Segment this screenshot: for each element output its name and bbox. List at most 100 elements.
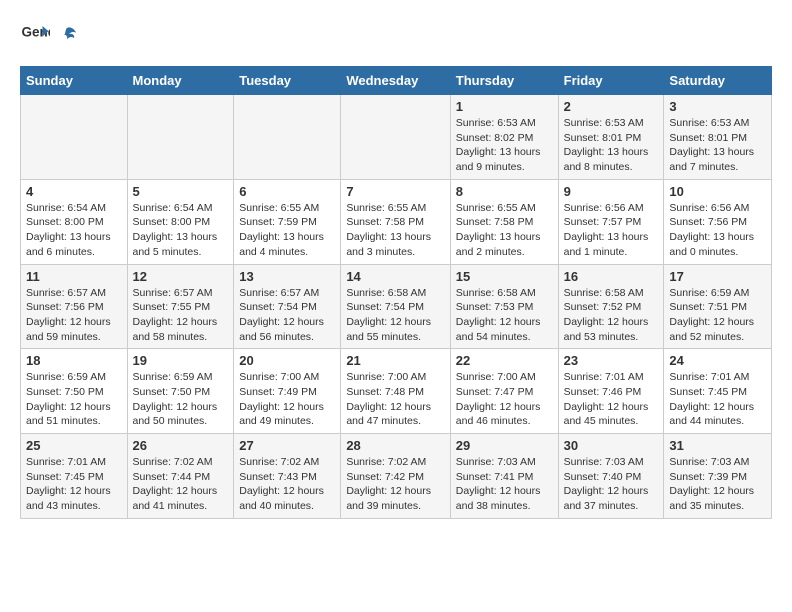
day-number: 30	[564, 438, 659, 453]
day-number: 23	[564, 353, 659, 368]
logo: General	[20, 20, 80, 50]
calendar-cell	[127, 95, 234, 180]
day-info: Sunrise: 6:57 AM Sunset: 7:54 PM Dayligh…	[239, 286, 335, 345]
calendar-cell: 31Sunrise: 7:03 AM Sunset: 7:39 PM Dayli…	[664, 434, 772, 519]
calendar-cell: 28Sunrise: 7:02 AM Sunset: 7:42 PM Dayli…	[341, 434, 450, 519]
calendar-cell: 27Sunrise: 7:02 AM Sunset: 7:43 PM Dayli…	[234, 434, 341, 519]
calendar-cell: 2 Sunrise: 6:53 AM Sunset: 8:01 PM Daylig…	[558, 95, 664, 180]
day-info: Sunrise: 6:57 AM Sunset: 7:55 PM Dayligh…	[133, 286, 229, 345]
calendar-table: SundayMondayTuesdayWednesdayThursdayFrid…	[20, 66, 772, 519]
page-header: General	[20, 20, 772, 50]
calendar-cell: 22Sunrise: 7:00 AM Sunset: 7:47 PM Dayli…	[450, 349, 558, 434]
calendar-header: SundayMondayTuesdayWednesdayThursdayFrid…	[21, 67, 772, 95]
day-number: 10	[669, 184, 766, 199]
calendar-cell: 19 Sunrise: 6:59 AM Sunset: 7:50 PM Dayli…	[127, 349, 234, 434]
day-number: 3	[669, 99, 766, 114]
calendar-cell: 26 Sunrise: 7:02 AM Sunset: 7:44 PM Dayli…	[127, 434, 234, 519]
day-number: 19	[133, 353, 229, 368]
day-number: 6	[239, 184, 335, 199]
day-info: Sunrise: 6:53 AM Sunset: 8:01 PM Dayligh…	[669, 116, 766, 175]
day-info: Sunrise: 6:56 AM Sunset: 7:56 PM Dayligh…	[669, 201, 766, 260]
day-info: Sunrise: 6:53 AM Sunset: 8:01 PM Dayligh…	[564, 116, 659, 175]
day-number: 13	[239, 269, 335, 284]
week-row-3: 11Sunrise: 6:57 AM Sunset: 7:56 PM Dayli…	[21, 264, 772, 349]
day-header-wednesday: Wednesday	[341, 67, 450, 95]
day-info: Sunrise: 6:57 AM Sunset: 7:56 PM Dayligh…	[26, 286, 122, 345]
day-number: 12	[133, 269, 229, 284]
day-info: Sunrise: 7:00 AM Sunset: 7:48 PM Dayligh…	[346, 370, 444, 429]
day-info: Sunrise: 7:01 AM Sunset: 7:46 PM Dayligh…	[564, 370, 659, 429]
day-number: 26	[133, 438, 229, 453]
calendar-cell: 24Sunrise: 7:01 AM Sunset: 7:45 PM Dayli…	[664, 349, 772, 434]
day-number: 25	[26, 438, 122, 453]
day-header-friday: Friday	[558, 67, 664, 95]
week-row-2: 4 Sunrise: 6:54 AM Sunset: 8:00 PM Daylig…	[21, 179, 772, 264]
day-info: Sunrise: 6:55 AM Sunset: 7:58 PM Dayligh…	[456, 201, 553, 260]
day-number: 9	[564, 184, 659, 199]
day-number: 17	[669, 269, 766, 284]
day-info: Sunrise: 7:03 AM Sunset: 7:40 PM Dayligh…	[564, 455, 659, 514]
calendar-cell: 25 Sunrise: 7:01 AM Sunset: 7:45 PM Dayli…	[21, 434, 128, 519]
day-number: 2	[564, 99, 659, 114]
day-info: Sunrise: 6:59 AM Sunset: 7:50 PM Dayligh…	[26, 370, 122, 429]
day-info: Sunrise: 7:02 AM Sunset: 7:44 PM Dayligh…	[133, 455, 229, 514]
day-number: 4	[26, 184, 122, 199]
day-info: Sunrise: 6:54 AM Sunset: 8:00 PM Dayligh…	[26, 201, 122, 260]
day-number: 14	[346, 269, 444, 284]
calendar-body: 1 Sunrise: 6:53 AM Sunset: 8:02 PM Daylig…	[21, 95, 772, 519]
day-number: 8	[456, 184, 553, 199]
day-number: 20	[239, 353, 335, 368]
calendar-cell: 12 Sunrise: 6:57 AM Sunset: 7:55 PM Dayli…	[127, 264, 234, 349]
calendar-cell: 10 Sunrise: 6:56 AM Sunset: 7:56 PM Dayli…	[664, 179, 772, 264]
day-header-saturday: Saturday	[664, 67, 772, 95]
calendar-cell: 21 Sunrise: 7:00 AM Sunset: 7:48 PM Dayli…	[341, 349, 450, 434]
calendar-cell: 3 Sunrise: 6:53 AM Sunset: 8:01 PM Daylig…	[664, 95, 772, 180]
calendar-cell: 4 Sunrise: 6:54 AM Sunset: 8:00 PM Daylig…	[21, 179, 128, 264]
calendar-cell: 13 Sunrise: 6:57 AM Sunset: 7:54 PM Dayli…	[234, 264, 341, 349]
calendar-cell: 20 Sunrise: 7:00 AM Sunset: 7:49 PM Dayli…	[234, 349, 341, 434]
calendar-cell: 23 Sunrise: 7:01 AM Sunset: 7:46 PM Dayli…	[558, 349, 664, 434]
day-number: 21	[346, 353, 444, 368]
calendar-cell: 30 Sunrise: 7:03 AM Sunset: 7:40 PM Dayli…	[558, 434, 664, 519]
day-header-tuesday: Tuesday	[234, 67, 341, 95]
day-info: Sunrise: 7:01 AM Sunset: 7:45 PM Dayligh…	[669, 370, 766, 429]
calendar-cell	[21, 95, 128, 180]
calendar-cell: 15Sunrise: 6:58 AM Sunset: 7:53 PM Dayli…	[450, 264, 558, 349]
header-row: SundayMondayTuesdayWednesdayThursdayFrid…	[21, 67, 772, 95]
day-header-monday: Monday	[127, 67, 234, 95]
week-row-5: 25 Sunrise: 7:01 AM Sunset: 7:45 PM Dayli…	[21, 434, 772, 519]
day-info: Sunrise: 6:56 AM Sunset: 7:57 PM Dayligh…	[564, 201, 659, 260]
calendar-cell: 17Sunrise: 6:59 AM Sunset: 7:51 PM Dayli…	[664, 264, 772, 349]
day-info: Sunrise: 6:53 AM Sunset: 8:02 PM Dayligh…	[456, 116, 553, 175]
day-info: Sunrise: 6:59 AM Sunset: 7:50 PM Dayligh…	[133, 370, 229, 429]
calendar-cell: 1 Sunrise: 6:53 AM Sunset: 8:02 PM Daylig…	[450, 95, 558, 180]
day-info: Sunrise: 7:01 AM Sunset: 7:45 PM Dayligh…	[26, 455, 122, 514]
day-number: 5	[133, 184, 229, 199]
day-info: Sunrise: 7:03 AM Sunset: 7:41 PM Dayligh…	[456, 455, 553, 514]
calendar-cell: 8 Sunrise: 6:55 AM Sunset: 7:58 PM Daylig…	[450, 179, 558, 264]
day-info: Sunrise: 6:58 AM Sunset: 7:52 PM Dayligh…	[564, 286, 659, 345]
calendar-cell: 11Sunrise: 6:57 AM Sunset: 7:56 PM Dayli…	[21, 264, 128, 349]
day-number: 28	[346, 438, 444, 453]
week-row-4: 18 Sunrise: 6:59 AM Sunset: 7:50 PM Dayli…	[21, 349, 772, 434]
day-info: Sunrise: 7:00 AM Sunset: 7:49 PM Dayligh…	[239, 370, 335, 429]
day-info: Sunrise: 6:58 AM Sunset: 7:53 PM Dayligh…	[456, 286, 553, 345]
day-number: 18	[26, 353, 122, 368]
day-info: Sunrise: 7:03 AM Sunset: 7:39 PM Dayligh…	[669, 455, 766, 514]
logo-bird-icon	[56, 24, 78, 46]
calendar-cell: 6 Sunrise: 6:55 AM Sunset: 7:59 PM Daylig…	[234, 179, 341, 264]
day-info: Sunrise: 6:54 AM Sunset: 8:00 PM Dayligh…	[133, 201, 229, 260]
calendar-cell: 14 Sunrise: 6:58 AM Sunset: 7:54 PM Dayli…	[341, 264, 450, 349]
day-number: 22	[456, 353, 553, 368]
day-info: Sunrise: 6:58 AM Sunset: 7:54 PM Dayligh…	[346, 286, 444, 345]
calendar-cell: 7Sunrise: 6:55 AM Sunset: 7:58 PM Daylig…	[341, 179, 450, 264]
calendar-cell: 16Sunrise: 6:58 AM Sunset: 7:52 PM Dayli…	[558, 264, 664, 349]
logo-icon: General	[20, 20, 50, 50]
calendar-cell	[234, 95, 341, 180]
day-info: Sunrise: 7:02 AM Sunset: 7:43 PM Dayligh…	[239, 455, 335, 514]
calendar-cell	[341, 95, 450, 180]
calendar-cell: 5 Sunrise: 6:54 AM Sunset: 8:00 PM Daylig…	[127, 179, 234, 264]
day-info: Sunrise: 6:55 AM Sunset: 7:58 PM Dayligh…	[346, 201, 444, 260]
day-info: Sunrise: 6:55 AM Sunset: 7:59 PM Dayligh…	[239, 201, 335, 260]
day-number: 1	[456, 99, 553, 114]
